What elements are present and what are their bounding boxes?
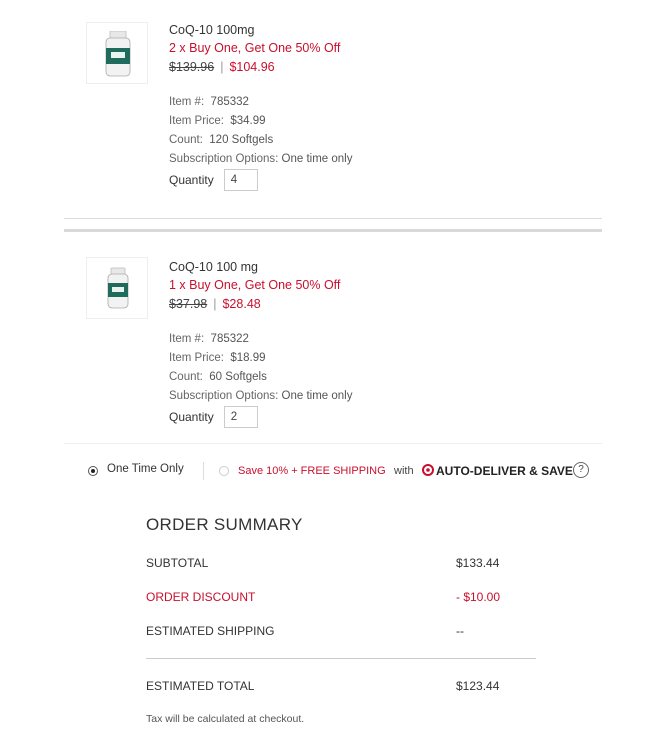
subscription-label: Subscription Options: <box>169 153 279 165</box>
count-value: 120 Softgels <box>209 134 274 146</box>
quantity-control: Quantity 2 <box>169 406 258 428</box>
auto-deliver-icon <box>422 464 434 479</box>
discount-value: - $10.00 <box>456 590 501 604</box>
item-count: Count: 60 Softgels <box>169 368 352 387</box>
item-price-value: $34.99 <box>230 115 266 127</box>
subtotal-value: $133.44 <box>456 556 500 570</box>
item-number-value: 785332 <box>210 96 249 108</box>
item-count: Count: 120 Softgels <box>169 131 352 150</box>
quantity-input[interactable]: 4 <box>223 169 258 191</box>
product-image[interactable] <box>86 257 148 319</box>
delivery-options: One Time Only Save 10% + FREE SHIPPING w… <box>0 462 669 482</box>
quantity-input[interactable]: 2 <box>223 406 258 428</box>
tax-note: Tax will be calculated at checkout. <box>146 713 305 725</box>
save-offer-label[interactable]: Save 10% + FREE SHIPPING <box>238 465 386 477</box>
promo-text: 2 x Buy One, Get One 50% Off <box>169 41 341 55</box>
divider <box>64 443 602 444</box>
auto-deliver-label: AUTO-DELIVER & SAVE <box>436 464 573 478</box>
one-time-label[interactable]: One Time Only <box>107 463 184 475</box>
count-label: Count: <box>169 134 203 146</box>
one-time-radio[interactable] <box>88 466 98 476</box>
sale-price: $104.96 <box>229 60 275 74</box>
promo-text: 1 x Buy One, Get One 50% Off <box>169 278 341 292</box>
subtotal-label: SUBTOTAL <box>146 556 209 570</box>
product-name[interactable]: CoQ-10 100mg <box>169 22 352 38</box>
supplement-bottle-icon <box>105 31 131 77</box>
item-price: Item Price: $18.99 <box>169 349 352 368</box>
item-price-label: Item Price: <box>169 115 224 127</box>
sale-price: $28.48 <box>222 297 261 311</box>
price-separator: | <box>213 297 217 311</box>
item-price-value: $18.99 <box>230 352 266 364</box>
count-label: Count: <box>169 371 203 383</box>
item-number: Item #: 785332 <box>169 93 352 112</box>
auto-deliver-radio[interactable] <box>219 466 229 476</box>
subscription-value: One time only <box>281 153 353 165</box>
item-number-value: 785322 <box>210 333 249 345</box>
help-icon[interactable]: ? <box>573 462 589 478</box>
with-label: with <box>394 465 414 477</box>
shipping-value: -- <box>456 624 464 638</box>
item-number-label: Item #: <box>169 96 205 108</box>
total-label: ESTIMATED TOTAL <box>146 679 255 693</box>
quantity-label: Quantity <box>169 410 214 424</box>
discount-label: ORDER DISCOUNT <box>146 590 256 604</box>
product-image[interactable] <box>86 22 148 84</box>
subscription-option: Subscription Options: One time only <box>169 150 352 169</box>
item-price: Item Price: $34.99 <box>169 112 352 131</box>
item-number-label: Item #: <box>169 333 205 345</box>
product-name[interactable]: CoQ-10 100 mg <box>169 259 352 275</box>
supplement-bottle-icon <box>107 267 129 309</box>
quantity-control: Quantity 4 <box>169 169 258 191</box>
total-value: $123.44 <box>456 679 500 693</box>
item-price-label: Item Price: <box>169 352 224 364</box>
price-separator: | <box>220 60 224 74</box>
divider <box>146 658 536 659</box>
divider <box>64 229 602 232</box>
quantity-label: Quantity <box>169 173 214 187</box>
count-value: 60 Softgels <box>209 371 267 383</box>
original-price: $37.98 <box>169 297 208 311</box>
item-number: Item #: 785322 <box>169 330 352 349</box>
order-summary-title: ORDER SUMMARY <box>146 515 303 534</box>
shipping-label: ESTIMATED SHIPPING <box>146 624 275 638</box>
subscription-label: Subscription Options: <box>169 390 279 402</box>
subscription-value: One time only <box>281 390 353 402</box>
divider <box>203 462 204 480</box>
subscription-option: Subscription Options: One time only <box>169 387 352 406</box>
original-price: $139.96 <box>169 60 215 74</box>
divider <box>64 218 602 219</box>
